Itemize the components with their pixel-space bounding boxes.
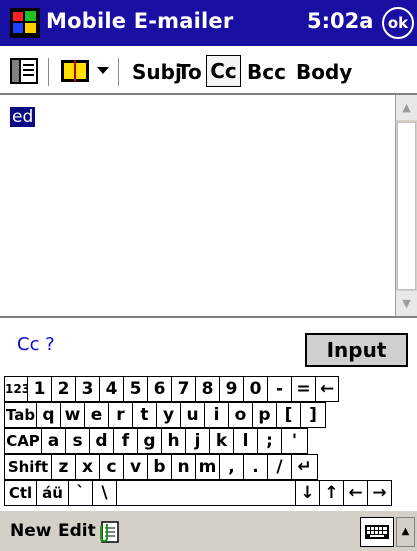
key[interactable]: 7 [171, 376, 196, 402]
key[interactable]: 5 [123, 376, 148, 402]
sip-menu-up-arrow-icon[interactable]: ▲ [396, 517, 415, 547]
key[interactable]: d [89, 428, 114, 454]
title-bar: Mobile E-mailer 5:02a ok [0, 0, 417, 46]
key[interactable]: 3 [75, 376, 100, 402]
scroll-up-icon[interactable]: ▲ [396, 95, 417, 120]
key[interactable]: 6 [147, 376, 172, 402]
key[interactable]: 8 [195, 376, 220, 402]
key[interactable]: y [156, 402, 181, 428]
keyboard-row-2: Tab q w e r t y u i o p [ ] [4, 402, 417, 428]
up-arrow-key[interactable]: ↑ [319, 480, 344, 506]
ok-button[interactable]: ok [382, 7, 414, 39]
key[interactable]: j [185, 428, 210, 454]
selected-text[interactable]: ed [10, 107, 36, 127]
keyboard-row-5: Ctl áü ` \ ↓ ↑ ← → [4, 480, 417, 506]
key[interactable]: [ [276, 402, 301, 428]
key[interactable]: w [60, 402, 85, 428]
key[interactable]: m [195, 454, 220, 480]
keyboard-icon[interactable] [360, 517, 394, 547]
shift-key[interactable]: Shift [4, 454, 52, 480]
backspace-key[interactable]: ← [315, 376, 339, 402]
key[interactable]: g [137, 428, 162, 454]
command-bar: New Edit ▲ [0, 510, 417, 551]
sidebar-view-icon[interactable] [10, 58, 38, 84]
field-hint-label: Cc ? [17, 334, 55, 355]
keyboard-row-1: 123 1 2 3 4 5 6 7 8 9 0 - = ← [4, 376, 417, 402]
key[interactable]: x [75, 454, 100, 480]
app-title: Mobile E-mailer [46, 9, 234, 33]
cc-button[interactable]: Cc [206, 55, 241, 87]
input-button[interactable]: Input [305, 333, 408, 367]
key[interactable]: a [41, 428, 66, 454]
soft-keyboard: 123 1 2 3 4 5 6 7 8 9 0 - = ← Tab q w e … [4, 376, 417, 510]
key[interactable]: ' [281, 428, 308, 454]
left-arrow-key[interactable]: ← [343, 480, 368, 506]
cc-text-area[interactable]: ed ▲ ▼ [0, 93, 417, 318]
key[interactable]: 2 [51, 376, 76, 402]
key[interactable]: r [108, 402, 133, 428]
tab-key[interactable]: Tab [4, 402, 37, 428]
keyboard-row-3: CAP a s d f g h j k l ; ' [4, 428, 417, 454]
key[interactable]: i [204, 402, 229, 428]
key[interactable]: ` [68, 480, 93, 506]
key-123[interactable]: 123 [4, 376, 28, 402]
address-book-icon[interactable] [60, 58, 90, 84]
attachment-icon[interactable] [98, 520, 120, 544]
key[interactable]: - [267, 376, 292, 402]
key[interactable]: v [123, 454, 148, 480]
body-button[interactable]: Body [296, 60, 352, 84]
key[interactable]: p [252, 402, 277, 428]
scroll-track[interactable] [397, 122, 416, 290]
to-button[interactable]: To [177, 60, 202, 84]
edit-menu[interactable]: Edit [58, 521, 96, 541]
vertical-scrollbar[interactable]: ▲ ▼ [395, 95, 417, 316]
scroll-down-icon[interactable]: ▼ [396, 291, 417, 316]
key[interactable]: n [171, 454, 196, 480]
key[interactable]: . [243, 454, 268, 480]
toolbar: Subj To Cc Bcc Body [0, 50, 417, 93]
ctrl-key[interactable]: Ctl [4, 480, 37, 506]
key[interactable]: k [209, 428, 234, 454]
key[interactable]: 4 [99, 376, 124, 402]
subj-button[interactable]: Subj [132, 60, 182, 84]
key[interactable]: t [132, 402, 157, 428]
clock[interactable]: 5:02a [307, 9, 373, 33]
toolbar-separator [48, 58, 50, 86]
key[interactable]: u [180, 402, 205, 428]
key[interactable]: z [51, 454, 76, 480]
key[interactable]: c [99, 454, 124, 480]
caps-lock-key[interactable]: CAP [4, 428, 42, 454]
key[interactable]: 9 [219, 376, 244, 402]
right-arrow-key[interactable]: → [367, 480, 392, 506]
enter-key[interactable]: ↵ [291, 454, 318, 480]
key[interactable]: , [219, 454, 244, 480]
key[interactable]: h [161, 428, 186, 454]
key[interactable]: b [147, 454, 172, 480]
new-menu[interactable]: New [10, 521, 51, 541]
keyboard-row-4: Shift z x c v b n m , . / ↵ [4, 454, 417, 480]
key[interactable]: q [36, 402, 61, 428]
key[interactable]: / [267, 454, 292, 480]
key[interactable]: 1 [27, 376, 52, 402]
windows-flag-icon[interactable] [10, 8, 40, 38]
key[interactable]: ] [300, 402, 326, 428]
key[interactable]: l [233, 428, 258, 454]
dropdown-arrow-icon[interactable] [96, 66, 110, 76]
toolbar-separator [118, 58, 120, 86]
key[interactable]: e [84, 402, 109, 428]
key[interactable]: 0 [243, 376, 268, 402]
key[interactable]: \ [92, 480, 117, 506]
key[interactable]: ; [257, 428, 282, 454]
key[interactable]: = [291, 376, 316, 402]
international-key[interactable]: áü [36, 480, 69, 506]
key[interactable]: o [228, 402, 253, 428]
space-key[interactable] [116, 480, 296, 506]
bcc-button[interactable]: Bcc [247, 60, 286, 84]
key[interactable]: f [113, 428, 138, 454]
key[interactable]: s [65, 428, 90, 454]
down-arrow-key[interactable]: ↓ [295, 480, 320, 506]
